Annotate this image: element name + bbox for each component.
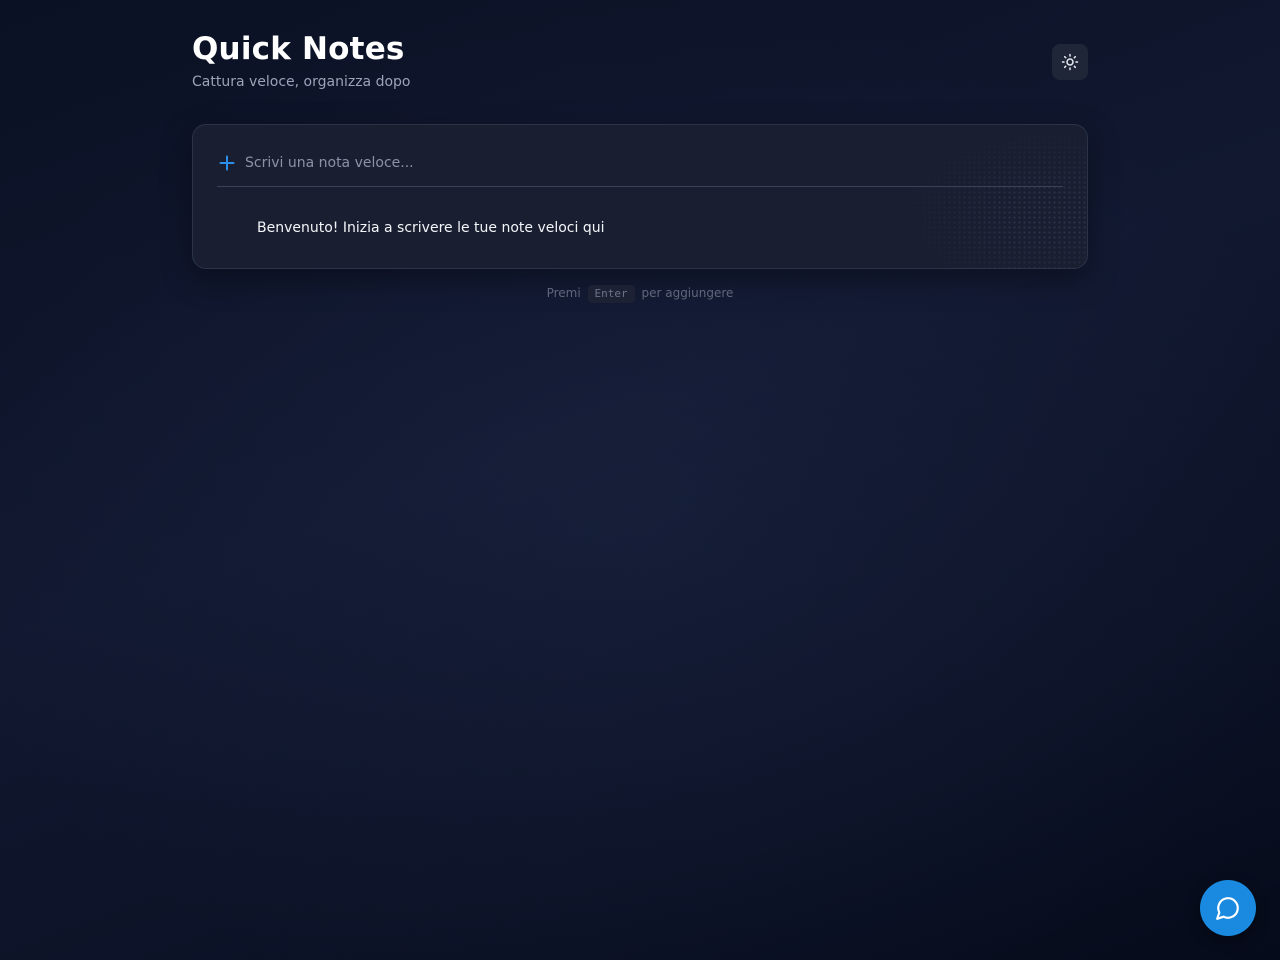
- chat-bubble-icon: [1215, 895, 1241, 921]
- page-title: Quick Notes: [192, 31, 405, 67]
- chat-button[interactable]: [1200, 880, 1256, 936]
- keyboard-hint: Premi Enter per aggiungere: [0, 283, 1280, 303]
- note-item: Benvenuto! Inizia a scrivere le tue note…: [257, 220, 605, 236]
- theme-toggle-button[interactable]: [1052, 44, 1088, 80]
- plus-icon[interactable]: [217, 153, 237, 173]
- note-composer: [217, 141, 1063, 187]
- sun-icon: [1061, 53, 1079, 71]
- notes-card: Benvenuto! Inizia a scrivere le tue note…: [192, 124, 1088, 269]
- page-subtitle: Cattura veloce, organizza dopo: [192, 74, 411, 90]
- enter-key-badge: Enter: [587, 285, 635, 303]
- note-input[interactable]: [245, 147, 1063, 178]
- hint-suffix: per aggiungere: [641, 286, 734, 300]
- app-header: Quick Notes Cattura veloce, organizza do…: [192, 30, 1088, 100]
- hint-prefix: Premi: [546, 286, 581, 300]
